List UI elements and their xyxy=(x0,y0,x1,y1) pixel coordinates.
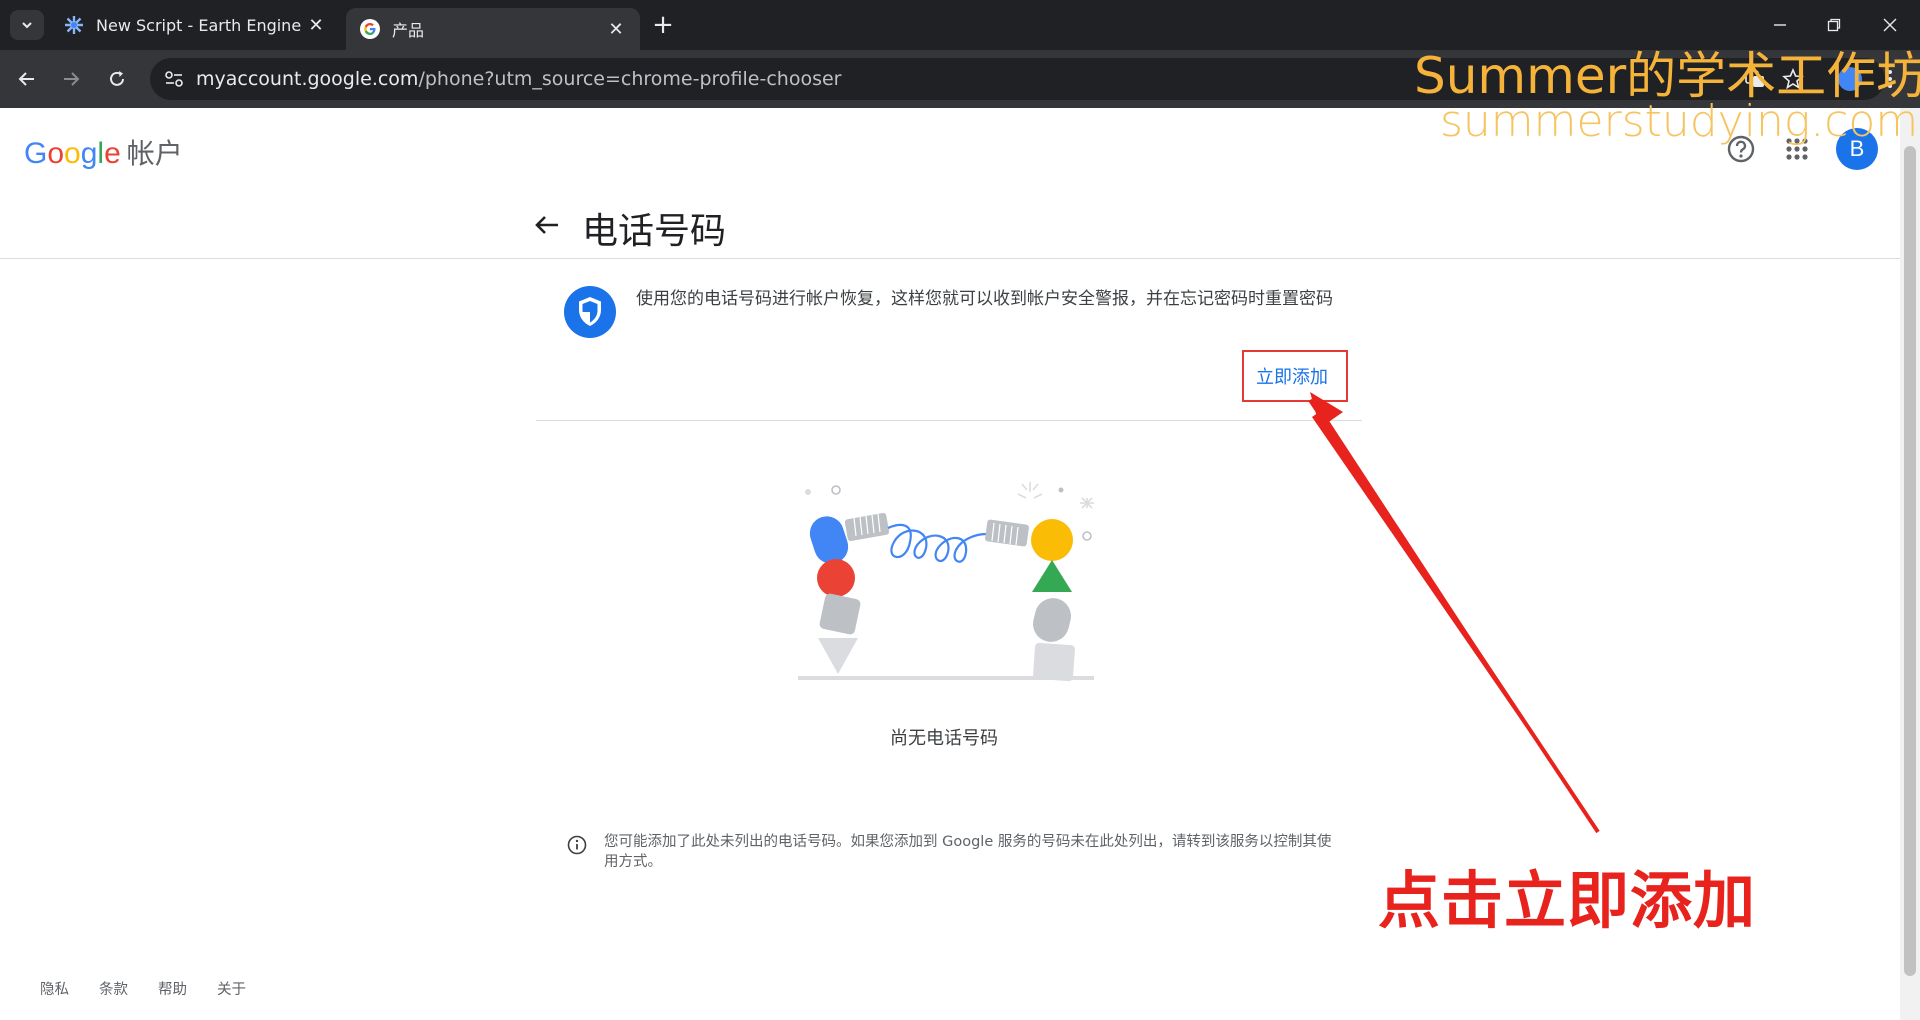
arrow-right-icon xyxy=(64,72,80,86)
footer-link-about[interactable]: 关于 xyxy=(217,978,246,999)
arrow-back-icon[interactable] xyxy=(530,208,564,242)
divider xyxy=(0,258,1900,259)
product-name: 帐户 xyxy=(126,138,183,169)
recovery-info-text: 使用您的电话号码进行帐户恢复，这样您就可以收到帐户安全警报，并在忘记密码时重置密… xyxy=(636,289,1333,309)
tab-earth-engine[interactable]: New Script - Earth Engine Co ✕ xyxy=(50,8,340,42)
forward-button[interactable] xyxy=(56,64,86,94)
watermark-url: summerstudying.com xyxy=(1440,96,1919,147)
close-icon[interactable]: ✕ xyxy=(306,15,326,36)
footer-links: 隐私 条款 帮助 关于 xyxy=(40,978,246,999)
close-icon[interactable]: ✕ xyxy=(606,19,626,40)
page-title: 电话号码 xyxy=(582,211,727,252)
arrow-left-icon xyxy=(18,72,34,86)
tab-search-button[interactable] xyxy=(10,10,44,40)
url-text: myaccount.google.com/phone?utm_source=ch… xyxy=(196,68,841,90)
google-g-icon xyxy=(360,19,380,39)
add-phone-button[interactable]: 立即添加 xyxy=(1256,363,1328,389)
close-icon xyxy=(1883,18,1897,32)
chevron-down-icon xyxy=(22,22,32,29)
scrollbar-thumb[interactable] xyxy=(1904,146,1916,976)
scrollbar[interactable] xyxy=(1900,108,1920,1020)
empty-state-text: 尚无电话号码 xyxy=(890,728,998,749)
site-settings-icon[interactable] xyxy=(164,70,184,88)
tab-title: 产品 xyxy=(392,21,425,40)
tab-title: New Script - Earth Engine Co xyxy=(96,15,306,35)
footer-link-privacy[interactable]: 隐私 xyxy=(40,978,69,999)
back-button[interactable] xyxy=(12,64,42,94)
new-tab-button[interactable]: + xyxy=(648,10,678,40)
reload-button[interactable] xyxy=(102,64,132,94)
divider xyxy=(536,420,1362,421)
reload-icon xyxy=(110,71,124,86)
url-host: myaccount.google.com xyxy=(196,68,419,90)
google-wordmark: Google xyxy=(24,137,121,170)
footer-link-terms[interactable]: 条款 xyxy=(99,978,128,999)
shield-icon xyxy=(564,286,616,338)
unlisted-numbers-note: 您可能添加了此处未列出的电话号码。如果您添加到 Google 服务的号码未在此处… xyxy=(604,834,1332,870)
google-account-logo[interactable]: Google 帐户 xyxy=(24,132,183,172)
annotation-text: 点击立即添加 xyxy=(1378,864,1757,937)
footer-link-help[interactable]: 帮助 xyxy=(158,978,187,999)
restore-icon xyxy=(1827,18,1841,32)
earth-engine-icon xyxy=(65,16,83,34)
info-icon xyxy=(567,835,587,855)
tab-products[interactable]: 产品 ✕ xyxy=(346,8,640,50)
url-path: /phone?utm_source=chrome-profile-chooser xyxy=(418,68,842,90)
minimize-icon xyxy=(1774,24,1786,26)
